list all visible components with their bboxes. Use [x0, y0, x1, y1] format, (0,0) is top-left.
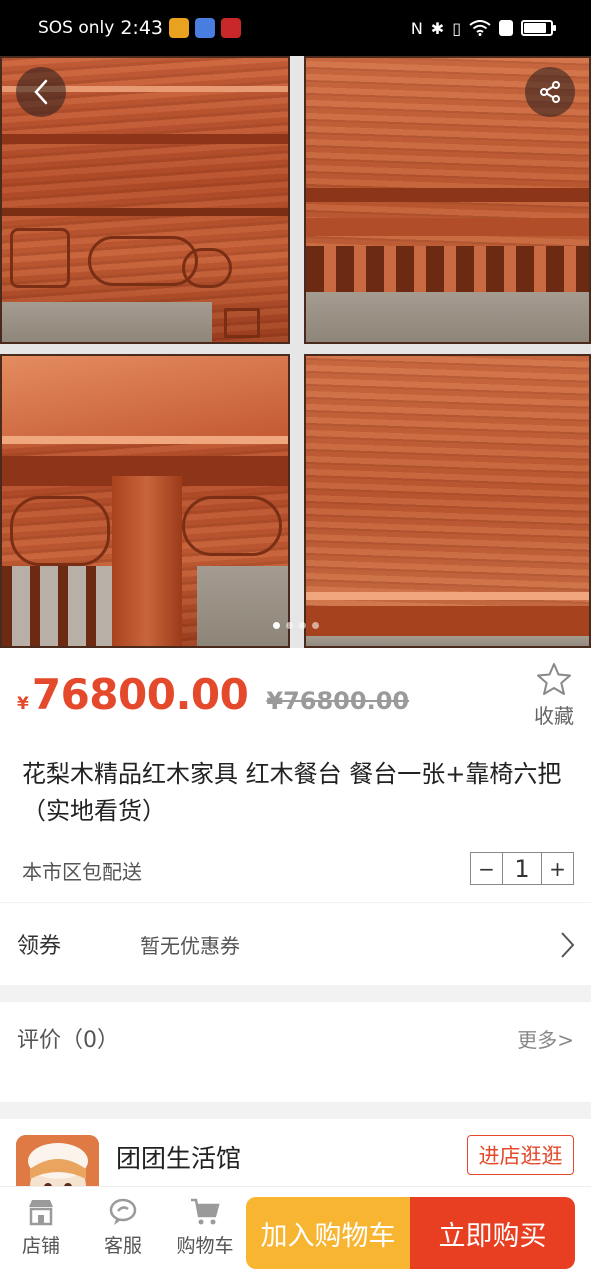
cart-label: 购物车 — [176, 1235, 234, 1257]
buy-now-button[interactable]: 立即购买 — [410, 1197, 575, 1269]
quantity-stepper[interactable]: − 1 + — [470, 852, 574, 885]
add-to-cart-button[interactable]: 加入购物车 — [246, 1197, 410, 1269]
store-label: 店铺 — [21, 1235, 60, 1257]
coupon-label: 领券 — [17, 934, 62, 959]
star-icon — [537, 663, 571, 695]
gallery-pagination — [0, 622, 591, 629]
status-time: 2:43 — [120, 17, 163, 39]
status-bar: SOS only 2:43 N ✱ ▯ — [0, 0, 591, 56]
gallery-tile — [0, 354, 290, 648]
product-page: SOS only 2:43 N ✱ ▯ ¥ 76800.00 ¥76800.00… — [0, 0, 591, 1280]
current-price: 76800.00 — [31, 670, 249, 719]
quantity-value[interactable]: 1 — [502, 853, 542, 884]
favorite-button[interactable]: 收藏 — [534, 662, 574, 729]
vibrate-icon: ▯ — [452, 18, 461, 38]
app-notification-icon — [221, 18, 241, 38]
back-icon — [34, 79, 48, 105]
currency-symbol: ¥ — [17, 694, 29, 714]
reviews-label: 评价（0） — [17, 1028, 119, 1053]
coupon-row[interactable]: 领券 暂无优惠券 — [0, 903, 591, 985]
favorite-label: 收藏 — [534, 704, 574, 728]
cart-icon — [191, 1198, 220, 1225]
shop-name: 团团生活馆 — [116, 1144, 242, 1173]
gallery-dot[interactable] — [272, 622, 280, 629]
increase-button[interactable]: + — [542, 853, 573, 884]
wifi-icon — [469, 20, 491, 36]
service-icon — [109, 1198, 137, 1225]
service-label: 客服 — [103, 1235, 142, 1257]
decrease-button[interactable]: − — [471, 853, 502, 884]
nfc-icon: N — [410, 18, 423, 38]
share-icon — [540, 81, 560, 103]
carrier-text: SOS only — [38, 18, 115, 38]
gallery-tile — [304, 354, 591, 648]
gallery-dot[interactable] — [285, 622, 293, 629]
app-notification-icon — [195, 18, 215, 38]
gallery-dot[interactable] — [298, 622, 306, 629]
battery-icon — [521, 20, 556, 36]
back-button[interactable] — [16, 67, 66, 117]
reviews-section: 评价（0） 更多> — [0, 1002, 591, 1102]
cart-button[interactable]: 购物车 — [170, 1197, 240, 1258]
app-notification-icon — [169, 18, 189, 38]
gallery-dot[interactable] — [311, 622, 319, 629]
product-image-gallery[interactable] — [0, 56, 591, 648]
original-price: ¥76800.00 — [266, 687, 410, 715]
delivery-info: 本市区包配送 — [22, 860, 142, 884]
chevron-right-icon — [561, 932, 575, 958]
customer-service-button[interactable]: 客服 — [88, 1197, 158, 1258]
reviews-more-link[interactable]: 更多> — [517, 1024, 574, 1053]
share-button[interactable] — [525, 67, 575, 117]
enter-shop-button[interactable]: 进店逛逛 — [467, 1135, 574, 1175]
product-info: ¥ 76800.00 ¥76800.00 收藏 花梨木精品红木家具 红木餐台 餐… — [0, 648, 591, 902]
price-row: ¥ 76800.00 ¥76800.00 — [17, 670, 409, 719]
bottom-action-bar: 店铺 客服 购物车 加入购物车 立即购买 — [0, 1186, 591, 1280]
store-button[interactable]: 店铺 — [6, 1197, 76, 1258]
coupon-value: 暂无优惠券 — [140, 933, 240, 958]
bluetooth-icon: ✱ — [430, 18, 445, 38]
store-icon — [29, 1200, 53, 1226]
product-title: 花梨木精品红木家具 红木餐台 餐台一张+靠椅六把（实地看货） — [22, 760, 562, 825]
alert-icon — [499, 20, 513, 36]
